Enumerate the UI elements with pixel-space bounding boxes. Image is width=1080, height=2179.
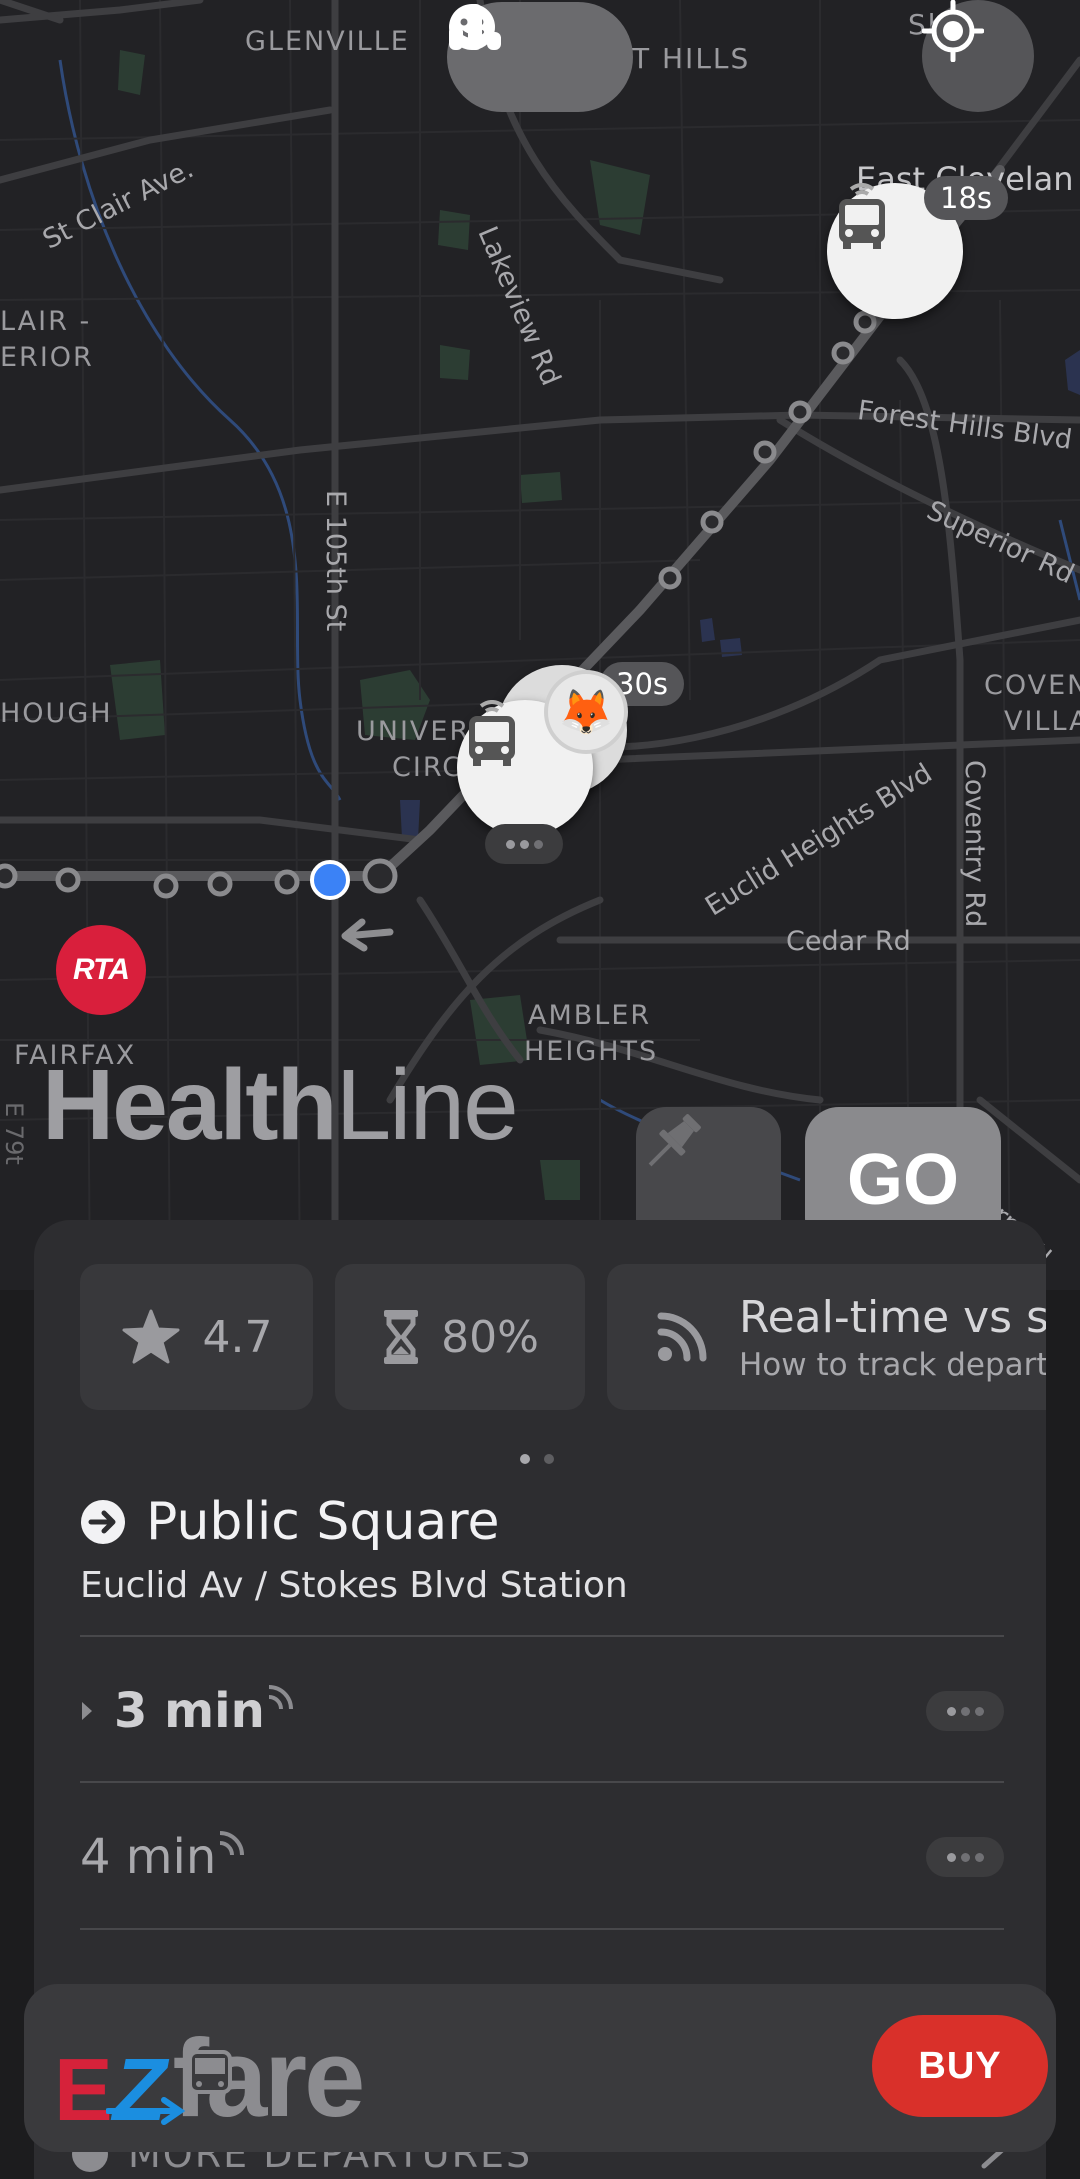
rating-value: 4.7 [202, 1311, 273, 1363]
map-label-circ: CIRC [392, 752, 464, 783]
expand-caret-icon [82, 1702, 92, 1720]
departure-row[interactable]: 4 min [80, 1809, 1004, 1905]
rating-chip[interactable]: 4.7 [80, 1264, 313, 1410]
crowding-indicator [926, 1691, 1004, 1731]
realtime-info-subtitle: How to track depart [739, 1346, 1046, 1383]
map-label-hough: HOUGH [0, 698, 113, 729]
street-e105: E 105th St [320, 490, 351, 632]
chips-page-indicator [520, 1454, 554, 1464]
line-name-logo: HealthLine [42, 1049, 519, 1161]
user-location-dot [310, 860, 350, 900]
realtime-info-title: Real-time vs sc [739, 1291, 1046, 1343]
divider [80, 1781, 1004, 1783]
street-e79: E 79t [0, 1102, 28, 1165]
bus-icon [839, 183, 885, 249]
realtime-signal-icon [268, 1685, 293, 1710]
pushpin-icon [648, 1114, 701, 1167]
map-label-univer: UNIVER [356, 716, 471, 747]
station-name: Euclid Av / Stokes Blvd Station [80, 1565, 628, 1606]
map-label-lair: LAIR - [0, 306, 92, 337]
crowding-indicator [926, 1837, 1004, 1877]
map-view[interactable]: GLENVILLE T HILLS Sh St Clair Ave. LAIR … [0, 0, 1080, 1290]
bar-chart-icon [449, 4, 501, 50]
ezfare-ad-banner[interactable]: EZ fare BUY [24, 1984, 1056, 2152]
arrow-right-icon [106, 2097, 186, 2125]
departure-time: 3 min [114, 1683, 295, 1739]
realtime-signal-icon [220, 1831, 245, 1856]
street-cedar: Cedar Rd [786, 926, 911, 957]
map-label-villa: VILLA [1004, 706, 1080, 737]
divider [80, 1635, 1004, 1637]
bus-eta-badge-1: 18s [924, 176, 1009, 220]
arrow-right-circle-icon [81, 1500, 125, 1544]
buy-button[interactable]: BUY [872, 2015, 1048, 2117]
map-label-coven: COVEN [984, 670, 1080, 701]
hourglass-icon [384, 1310, 419, 1364]
street-coventry: Coventry Rd [959, 760, 990, 928]
star-icon [122, 1309, 179, 1364]
busyness-value: 80% [441, 1311, 539, 1363]
realtime-info-chip[interactable]: Real-time vs sc How to track depart [607, 1264, 1046, 1410]
locate-me-button[interactable] [922, 0, 1034, 112]
info-chips-row: 4.7 80% Real-time vs sc How to track dep… [80, 1264, 1046, 1410]
crosshair-icon [922, 0, 984, 62]
crowding-indicator [485, 824, 563, 864]
map-label-hills: T HILLS [632, 42, 751, 75]
departure-row[interactable]: 3 min [80, 1663, 1004, 1759]
bus-icon [188, 2050, 232, 2094]
fox-icon: 🦊 [544, 670, 628, 754]
destination-header[interactable]: Public Square [80, 1492, 500, 1552]
departure-time: 4 min [80, 1829, 246, 1885]
map-label-heights: HEIGHTS [524, 1036, 659, 1067]
map-label-erior: ERIOR [0, 342, 94, 373]
map-label-glenville: GLENVILLE [245, 26, 410, 57]
map-label-ambler: AMBLER [528, 1000, 652, 1031]
stats-pill[interactable] [447, 2, 633, 112]
divider [80, 1928, 1004, 1930]
busyness-chip[interactable]: 80% [335, 1264, 585, 1410]
rta-logo: RTA [56, 925, 146, 1015]
realtime-signal-icon [657, 1312, 707, 1362]
bus-icon [469, 700, 515, 766]
destination-title: Public Square [146, 1492, 500, 1552]
